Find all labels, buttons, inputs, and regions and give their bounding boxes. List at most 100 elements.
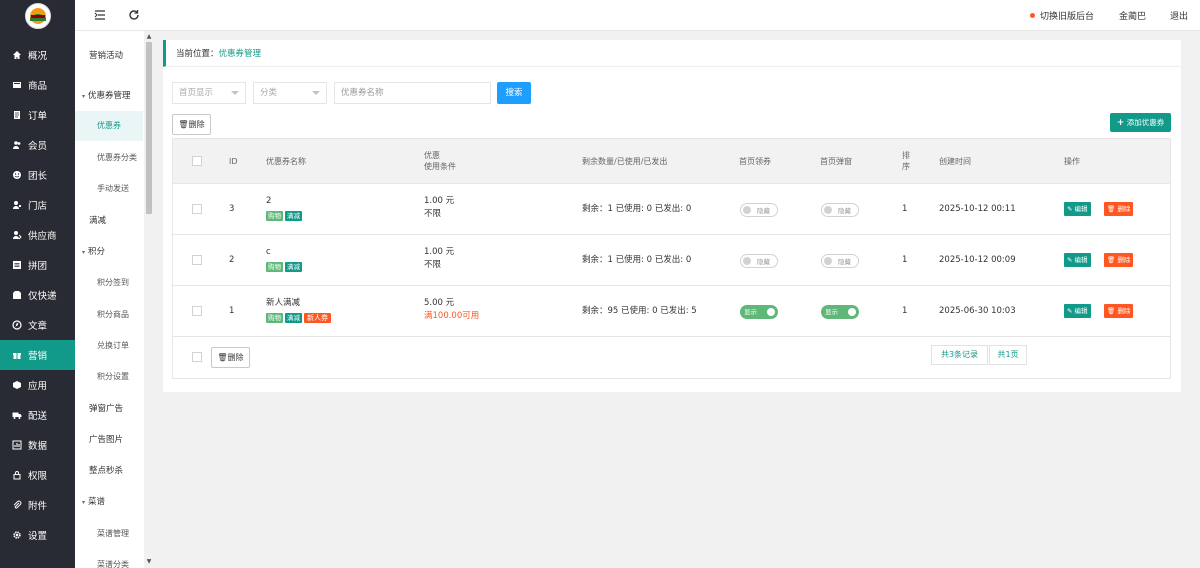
footer-delete-button[interactable]: 🗑删除 [211,347,250,368]
home-popup-toggle[interactable]: 显示 [821,305,859,319]
nav-item-9[interactable]: 文章 [0,310,75,340]
switch-old-label: 切换旧版后台 [1040,12,1095,22]
home-coupon-toggle[interactable]: 隐藏 [740,254,778,268]
row-checkbox[interactable] [192,204,202,214]
sub-item-points-settings[interactable]: 积分设置 [75,371,145,382]
home-coupon-toggle[interactable]: 隐藏 [740,203,778,217]
menu-fold-icon[interactable] [94,9,106,21]
cell-sort: 1 [902,306,908,316]
sub-item-points-goods[interactable]: 积分商品 [75,309,145,320]
toggle-label: 显示 [744,308,757,316]
nav-item-label: 商品 [28,81,48,92]
sub-item-points-signin[interactable]: 积分签到 [75,277,145,288]
dropdown-arrow-icon [231,91,239,95]
nav-item-10[interactable]: 营销 [0,340,75,370]
th-name: 优惠券名称 [266,157,306,166]
nav-item-3[interactable]: 会员 [0,130,75,160]
sub-item-marketing-activity[interactable]: 营销活动 [75,49,145,61]
app-logo[interactable] [25,3,51,29]
nav-item-label: 门店 [28,201,48,212]
sub-item-ad-images[interactable]: 广告图片 [75,433,145,445]
main-sidebar: 概况商品订单 会员 团长门店供应商 拼团仅快递文章 营销 应用配送数据 权限 附件设置 [0,0,75,568]
refresh-icon[interactable] [128,9,140,21]
nav-item-13[interactable]: 数据 [0,430,75,460]
delete-button[interactable]: 🗑 删除 [1104,202,1134,216]
sub-group-recipes[interactable]: ▾ 菜谱 [75,495,145,507]
nav-item-7[interactable]: 拼团 [0,250,75,280]
toggle-knob [767,308,775,316]
caret-down-icon: ▾ [82,93,86,100]
nav-item-2[interactable]: 订单 [0,100,75,130]
delete-button[interactable]: 🗑 删除 [1104,253,1134,267]
sub-item-exchange-orders[interactable]: 兑换订单 [75,340,145,351]
coupon-tag: 购物 [266,313,283,323]
goods-icon [12,80,22,90]
toggle-label: 隐藏 [838,207,851,215]
cell-quantity: 剩余：1 已使用: 0 已发出: 0 [582,255,692,265]
nav-item-4[interactable]: 团长 [0,160,75,190]
search-button[interactable]: 搜索 [497,82,531,104]
sub-item-coupon[interactable]: 优惠券 [75,111,143,141]
sub-item-manual-send[interactable]: 手动发送 [75,183,145,194]
breadcrumb-current[interactable]: 优惠券管理 [219,47,262,59]
logout-link[interactable]: 退出 [1170,9,1188,22]
home-coupon-toggle[interactable]: 显示 [740,305,778,319]
lock-icon [12,470,22,480]
del-label: 删除 [1117,307,1131,315]
delete-button[interactable]: 🗑 删除 [1104,304,1134,318]
nav-item-12[interactable]: 配送 [0,400,75,430]
user-name[interactable]: 金蔺巴 [1119,9,1146,22]
sub-item-flash-sale[interactable]: 整点秒杀 [75,464,145,476]
batch-delete-button[interactable]: 🗑删除 [172,114,211,135]
home-popup-toggle[interactable]: 隐藏 [821,254,859,268]
nav-item-label: 仅快递 [28,291,57,302]
add-coupon-label: 添加优惠券 [1126,118,1165,127]
nav-item-6[interactable]: 供应商 [0,220,75,250]
nav-item-14[interactable]: 权限 [0,460,75,490]
coupon-tag: 满减 [285,211,302,221]
sub-group-points[interactable]: ▾ 积分 [75,245,145,257]
sub-item-recipe-manage[interactable]: 菜谱管理 [75,528,145,539]
edit-button[interactable]: ✎ 编辑 [1064,304,1091,318]
home-display-select[interactable]: 首页显示 [172,82,246,104]
select-all-checkbox[interactable] [192,156,202,166]
cell-sort: 1 [902,255,908,265]
nav-item-16[interactable]: 设置 [0,520,75,550]
dropdown-arrow-icon [312,91,320,95]
nav-item-label: 配送 [28,411,48,422]
scroll-down-arrow-icon[interactable]: ▼ [145,558,153,566]
add-coupon-button[interactable]: + 添加优惠券 [1110,113,1171,132]
scroll-up-arrow-icon[interactable]: ▲ [145,33,153,41]
sub-group-coupon-manage[interactable]: ▾ 优惠券管理 [75,89,145,101]
edit-label: 编辑 [1074,307,1088,315]
sub-item-popup-ad[interactable]: 弹窗广告 [75,402,145,414]
home-popup-toggle[interactable]: 隐藏 [821,203,859,217]
coupon-name-input[interactable]: 优惠券名称 [334,82,491,104]
nav-item-11[interactable]: 应用 [0,370,75,400]
nav-item-1[interactable]: 商品 [0,70,75,100]
nav-item-15[interactable]: 附件 [0,490,75,520]
edit-button[interactable]: ✎ 编辑 [1064,202,1091,216]
coupon-tag: 满减 [285,313,302,323]
row-checkbox[interactable] [192,255,202,265]
nav-item-8[interactable]: 仅快递 [0,280,75,310]
group-buy-icon [12,260,22,270]
edit-button[interactable]: ✎ 编辑 [1064,253,1091,267]
sub-item-coupon-category[interactable]: 优惠券分类 [75,152,145,163]
data-icon [12,440,22,450]
del-label: 删除 [1117,205,1131,213]
cell-created: 2025-10-12 00:09 [939,255,1016,265]
toggle-label: 隐藏 [757,207,770,215]
th-home-coupon: 首页领券 [739,157,771,166]
row-checkbox[interactable] [192,306,202,316]
sub-item-recipe-category[interactable]: 菜谱分类 [75,559,145,568]
sub-item-full-reduction[interactable]: 满减 [75,214,145,226]
scroll-thumb[interactable] [146,42,152,214]
nav-item-label: 设置 [28,531,48,542]
footer-select-all-checkbox[interactable] [192,352,202,362]
cell-tags: 购物 满减 [266,261,304,273]
nav-item-5[interactable]: 门店 [0,190,75,220]
nav-item-0[interactable]: 概况 [0,40,75,70]
category-select[interactable]: 分类 [253,82,327,104]
switch-old-backend-link[interactable]: 切换旧版后台 [1030,9,1094,22]
